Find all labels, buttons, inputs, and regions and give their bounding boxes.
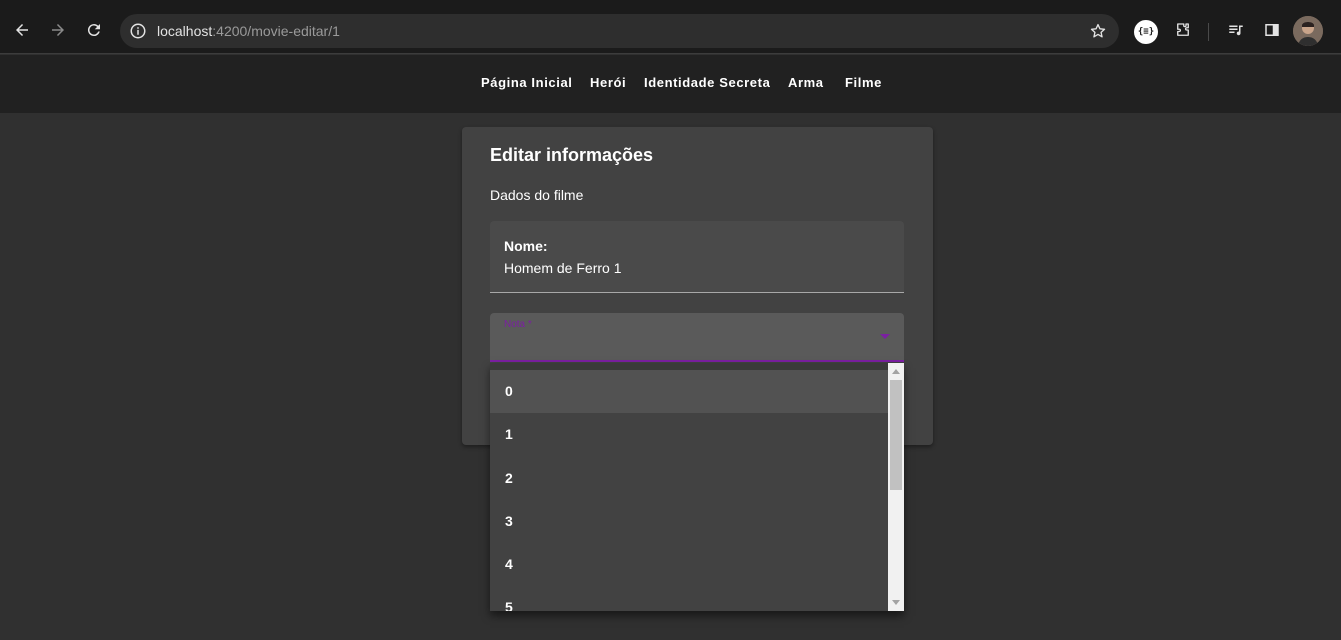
name-field-value[interactable]: Homem de Ferro 1 (504, 260, 621, 276)
panel-top-padding (490, 363, 888, 370)
nota-select[interactable]: Nota * (490, 313, 904, 362)
url-path: :4200/movie-editar/1 (212, 23, 340, 39)
address-bar[interactable]: localhost:4200/movie-editar/1 (120, 14, 1119, 48)
card-subtitle: Dados do filme (490, 187, 584, 203)
nota-option[interactable]: 2 (490, 457, 888, 500)
nav-weapon[interactable]: Arma (788, 75, 824, 90)
nota-option[interactable]: 3 (490, 500, 888, 543)
scroll-down-arrow-icon[interactable] (892, 600, 900, 605)
url-host: localhost (157, 23, 213, 39)
extensions-button[interactable] (1168, 15, 1198, 45)
reload-button[interactable] (79, 15, 109, 45)
media-control-button[interactable] (1221, 15, 1251, 45)
back-button[interactable] (7, 15, 37, 45)
nav-secret-identity[interactable]: Identidade Secreta (644, 75, 770, 90)
nav-home[interactable]: Página Inicial (481, 75, 572, 90)
forward-button[interactable] (43, 15, 73, 45)
scrollbar-thumb[interactable] (890, 380, 902, 490)
profile-avatar[interactable] (1293, 16, 1323, 46)
app-navbar: Página Inicial Herói Identidade Secreta … (0, 55, 1341, 113)
options-scrollbar[interactable] (888, 363, 904, 611)
queue-music-icon (1229, 25, 1243, 36)
address-url[interactable]: localhost:4200/movie-editar/1 (157, 23, 340, 39)
nota-option[interactable]: 4 (490, 543, 888, 586)
dropdown-arrow-icon (880, 334, 890, 339)
side-panel-button[interactable] (1257, 15, 1287, 45)
site-info-icon[interactable] (129, 22, 147, 40)
reload-icon (87, 24, 100, 37)
nota-options-panel[interactable]: 0 1 2 3 4 5 (490, 363, 904, 611)
arrow-right-icon (52, 24, 64, 36)
arrow-left-icon (16, 24, 28, 36)
nav-hero[interactable]: Herói (590, 75, 626, 90)
card-title: Editar informações (490, 145, 654, 165)
name-field-label: Nome: (504, 238, 548, 254)
scroll-up-arrow-icon[interactable] (892, 369, 900, 374)
json-viewer-extension-icon[interactable]: {≡} (1134, 20, 1158, 44)
bookmark-star-icon[interactable] (1089, 22, 1107, 40)
side-panel-icon (1265, 24, 1279, 36)
nota-option[interactable]: 0 (490, 370, 888, 413)
nav-movie[interactable]: Filme (845, 75, 882, 90)
name-field[interactable]: Nome: Homem de Ferro 1 (490, 221, 904, 293)
nota-option[interactable]: 1 (490, 413, 888, 456)
toolbar-separator (1208, 23, 1209, 41)
nota-option[interactable]: 5 (490, 586, 888, 611)
nota-select-label: Nota * (504, 319, 532, 330)
puzzle-icon (1177, 23, 1189, 36)
